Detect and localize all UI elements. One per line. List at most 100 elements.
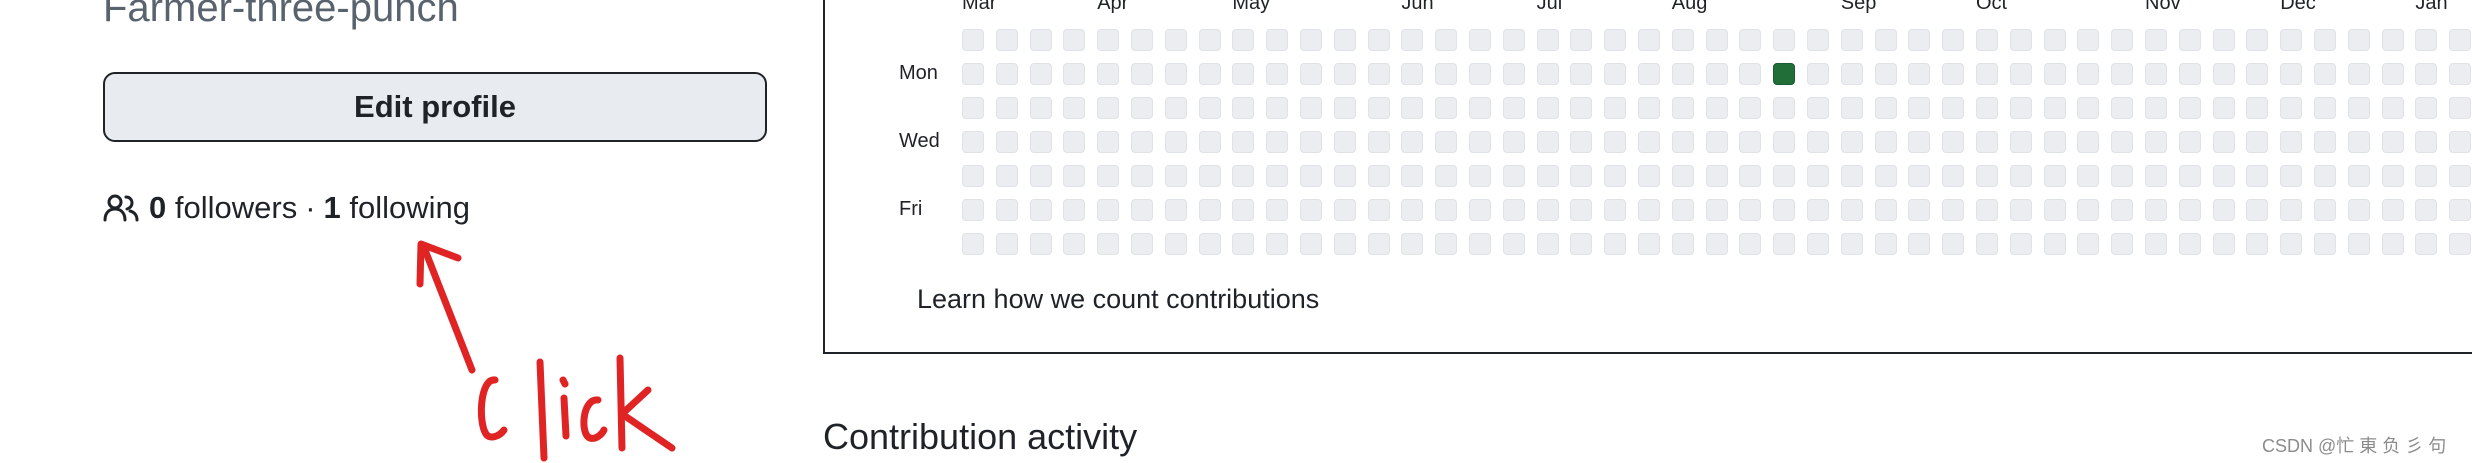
contribution-day[interactable]	[1503, 63, 1525, 85]
contribution-day[interactable]	[1300, 97, 1322, 119]
contribution-day[interactable]	[1503, 165, 1525, 187]
contribution-day[interactable]	[1401, 165, 1423, 187]
contribution-day[interactable]	[1537, 233, 1559, 255]
contribution-day[interactable]	[996, 97, 1018, 119]
contribution-day[interactable]	[2415, 63, 2437, 85]
contribution-day[interactable]	[2213, 233, 2235, 255]
contribution-day[interactable]	[1706, 199, 1728, 221]
contribution-day[interactable]	[2449, 63, 2471, 85]
contribution-day[interactable]	[1063, 97, 1085, 119]
contribution-day[interactable]	[1875, 29, 1897, 51]
contribution-day[interactable]	[1604, 165, 1626, 187]
contribution-day[interactable]	[1368, 97, 1390, 119]
contribution-day[interactable]	[1131, 131, 1153, 153]
contribution-day[interactable]	[1334, 29, 1356, 51]
contribution-day[interactable]	[1503, 97, 1525, 119]
contribution-day[interactable]	[2145, 131, 2167, 153]
contribution-day[interactable]	[2111, 131, 2133, 153]
contribution-day[interactable]	[1875, 233, 1897, 255]
contribution-day[interactable]	[1199, 131, 1221, 153]
contribution-day[interactable]	[1199, 97, 1221, 119]
contribution-day[interactable]	[2449, 97, 2471, 119]
contribution-day[interactable]	[2145, 199, 2167, 221]
contribution-day[interactable]	[2213, 165, 2235, 187]
contribution-day[interactable]	[1030, 199, 1052, 221]
contribution-day[interactable]	[2077, 165, 2099, 187]
contribution-day[interactable]	[1638, 199, 1660, 221]
contribution-day[interactable]	[1266, 29, 1288, 51]
contribution-day[interactable]	[2314, 29, 2336, 51]
contribution-day[interactable]	[1706, 165, 1728, 187]
contribution-day[interactable]	[1537, 199, 1559, 221]
contribution-day[interactable]	[1604, 63, 1626, 85]
contribution-day[interactable]	[1807, 165, 1829, 187]
contribution-day[interactable]	[996, 131, 1018, 153]
contribution-day[interactable]	[1942, 97, 1964, 119]
contribution-day[interactable]	[2246, 63, 2268, 85]
contribution-day[interactable]	[2415, 131, 2437, 153]
contribution-day[interactable]	[1165, 63, 1187, 85]
contribution-day[interactable]	[2415, 97, 2437, 119]
contribution-day[interactable]	[1672, 131, 1694, 153]
contribution-day[interactable]	[1165, 29, 1187, 51]
contribution-day[interactable]	[1841, 29, 1863, 51]
contribution-day[interactable]	[1435, 199, 1457, 221]
contribution-day[interactable]	[1942, 29, 1964, 51]
contribution-day[interactable]	[1739, 199, 1761, 221]
contribution-day[interactable]	[1807, 233, 1829, 255]
contribution-day[interactable]	[1232, 233, 1254, 255]
contribution-day[interactable]	[1469, 97, 1491, 119]
contribution-day[interactable]	[1773, 97, 1795, 119]
contribution-day[interactable]	[2314, 165, 2336, 187]
contribution-day[interactable]	[1841, 97, 1863, 119]
contribution-day[interactable]	[1537, 131, 1559, 153]
contribution-day[interactable]	[2246, 131, 2268, 153]
contribution-day[interactable]	[1334, 199, 1356, 221]
contribution-day[interactable]	[2145, 97, 2167, 119]
contribution-day[interactable]	[1976, 97, 1998, 119]
contribution-day[interactable]	[1435, 131, 1457, 153]
contribution-day[interactable]	[1706, 63, 1728, 85]
contribution-day[interactable]	[1503, 199, 1525, 221]
contribution-day[interactable]	[996, 63, 1018, 85]
contribution-day[interactable]	[1435, 29, 1457, 51]
contribution-day[interactable]	[2449, 29, 2471, 51]
contribution-day[interactable]	[1672, 97, 1694, 119]
contribution-day[interactable]	[962, 97, 984, 119]
contribution-day[interactable]	[2010, 165, 2032, 187]
contribution-day[interactable]	[2145, 165, 2167, 187]
contribution-day[interactable]	[2314, 97, 2336, 119]
contribution-day[interactable]	[1165, 165, 1187, 187]
contribution-day[interactable]	[2280, 63, 2302, 85]
contribution-day[interactable]	[2382, 131, 2404, 153]
contribution-day[interactable]	[1739, 165, 1761, 187]
contribution-day[interactable]	[2044, 97, 2066, 119]
contribution-day[interactable]	[2179, 63, 2201, 85]
contribution-day[interactable]	[1908, 97, 1930, 119]
contribution-day[interactable]	[1097, 29, 1119, 51]
contribution-day[interactable]	[1604, 233, 1626, 255]
contribution-day[interactable]	[2449, 131, 2471, 153]
contribution-day[interactable]	[2246, 29, 2268, 51]
contribution-day[interactable]	[2449, 199, 2471, 221]
contribution-day[interactable]	[1030, 29, 1052, 51]
contribution-day[interactable]	[1739, 63, 1761, 85]
contribution-day[interactable]	[1604, 97, 1626, 119]
contribution-day[interactable]	[2415, 233, 2437, 255]
contribution-day[interactable]	[1875, 97, 1897, 119]
contribution-day[interactable]	[2280, 97, 2302, 119]
contribution-day[interactable]	[1300, 63, 1322, 85]
followers-link[interactable]: 0 followers	[149, 190, 297, 226]
contribution-day[interactable]	[1638, 165, 1660, 187]
contribution-day[interactable]	[1063, 29, 1085, 51]
contribution-day[interactable]	[1942, 165, 1964, 187]
contribution-day[interactable]	[1435, 233, 1457, 255]
contribution-day[interactable]	[1266, 233, 1288, 255]
contribution-day[interactable]	[1401, 131, 1423, 153]
contribution-day-active[interactable]	[1773, 63, 1795, 85]
contribution-day[interactable]	[1841, 165, 1863, 187]
contribution-day[interactable]	[1097, 63, 1119, 85]
contribution-day[interactable]	[2246, 233, 2268, 255]
contribution-day[interactable]	[1368, 233, 1390, 255]
contribution-day[interactable]	[2449, 233, 2471, 255]
